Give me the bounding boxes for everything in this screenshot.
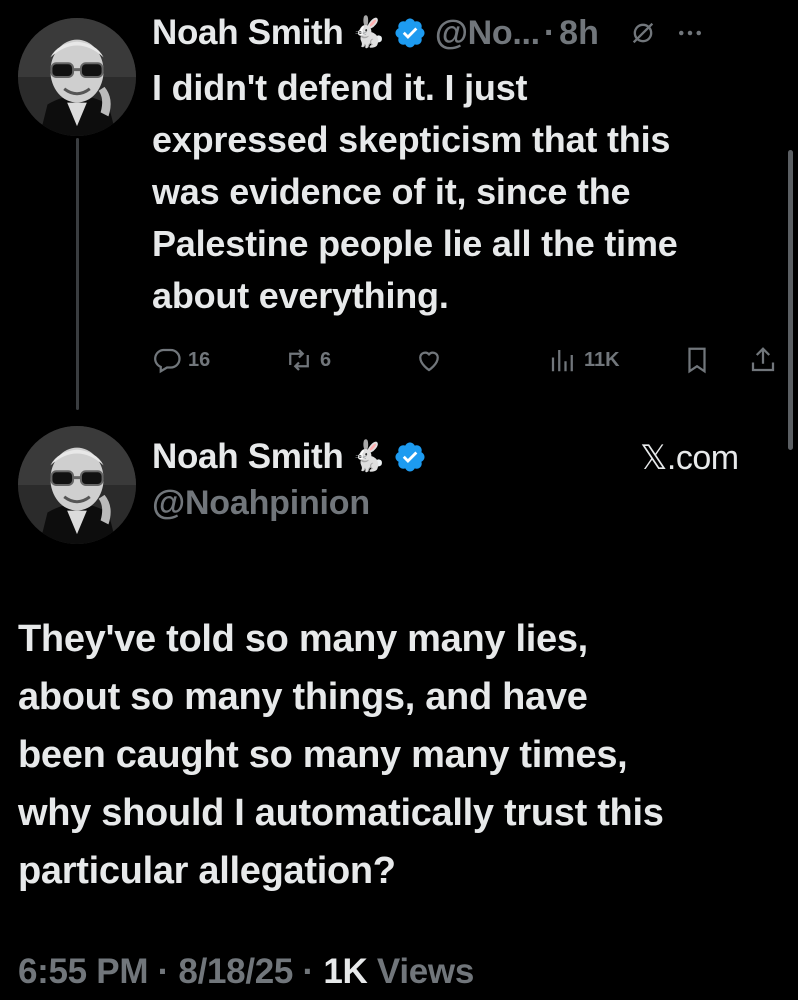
tweet-text-line: was evidence of it, since the (152, 171, 631, 212)
rabbit-emoji: 🐇 (349, 440, 387, 473)
author-name[interactable]: Noah Smith (152, 13, 344, 53)
author-handle[interactable]: @Noahpinion (152, 484, 370, 523)
author-handle[interactable]: @No... (435, 14, 540, 53)
share-button[interactable] (748, 340, 778, 380)
tweet-text-line: particular allegation? (18, 850, 396, 892)
repost-icon (289, 349, 309, 371)
rabbit-emoji: 🐇 (349, 16, 387, 49)
timestamp[interactable]: 8h (559, 14, 599, 53)
tweet1-header: Noah Smith 🐇 @No... · 8h (152, 8, 705, 58)
like-button[interactable] (414, 340, 444, 380)
tweet-meta: 6:55 PM · 8/18/25 · 1K Views (18, 952, 474, 992)
separator-dot: · (148, 952, 179, 991)
tweet-text-line: expressed skepticism that this (152, 119, 671, 160)
views-icon (551, 350, 573, 372)
views-label: Views (376, 952, 474, 991)
avatar-image (18, 426, 136, 544)
views-total: 1K (323, 952, 368, 991)
tweet-text-line: about everything. (152, 275, 449, 316)
tweet1-text: I didn't defend it. I just expressed ske… (152, 62, 772, 322)
avatar-image (18, 18, 136, 136)
avatar[interactable] (18, 18, 136, 136)
verified-badge-icon (395, 18, 425, 48)
bookmark-icon (688, 347, 706, 374)
grok-icon[interactable] (629, 19, 657, 47)
verified-badge-icon (395, 442, 425, 472)
reply-button[interactable]: 16 (152, 340, 210, 380)
tweet-text-line: I didn't defend it. I just (152, 67, 528, 108)
repost-button[interactable]: 6 (284, 340, 331, 380)
post-time[interactable]: 6:55 PM (18, 952, 148, 991)
views-count: 11K (584, 348, 620, 371)
tweet1-action-bar: 16 6 11K (152, 340, 792, 380)
tweet2-header: Noah Smith 🐇 (152, 432, 427, 482)
separator-dot: · (293, 952, 324, 991)
tweet-text-line: about so many things, and have (18, 676, 588, 718)
reply-count: 16 (188, 348, 211, 371)
separator-dot: · (543, 13, 556, 52)
tweet-text-line: been caught so many many times, (18, 734, 628, 776)
bookmark-button[interactable] (682, 340, 712, 380)
reply-icon (154, 348, 181, 374)
post-date[interactable]: 8/18/25 (178, 952, 293, 991)
scrollbar[interactable] (788, 150, 793, 450)
tweet-text-line: why should I automatically trust this (18, 792, 664, 834)
thread-connector-line (76, 138, 79, 410)
like-icon (419, 351, 439, 372)
share-icon (751, 347, 775, 372)
source-label: 𝕏.com (640, 439, 739, 477)
tweet-text-line: They've told so many many lies, (18, 618, 588, 660)
more-icon[interactable] (675, 18, 705, 48)
tweet2-text: They've told so many many lies, about so… (18, 610, 788, 900)
avatar[interactable] (18, 426, 136, 544)
views-button[interactable]: 11K (548, 340, 620, 380)
author-name[interactable]: Noah Smith (152, 437, 344, 477)
repost-count: 6 (320, 348, 332, 371)
tweet-text-line: Palestine people lie all the time (152, 223, 678, 264)
